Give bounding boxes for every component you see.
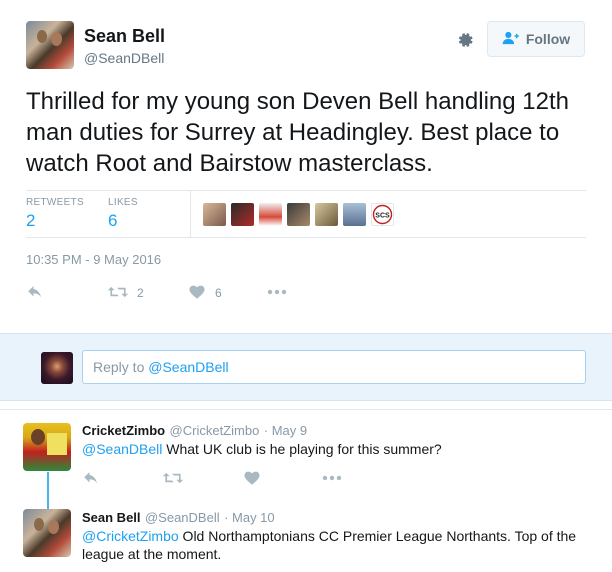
reply-1-handle[interactable]: @CricketZimbo — [170, 423, 260, 438]
follow-user-icon — [502, 31, 520, 48]
stats-top-divider — [26, 190, 586, 191]
author-handle[interactable]: @SeanDBell — [84, 50, 164, 66]
tweet-text: Thrilled for my young son Deven Bell han… — [26, 88, 569, 177]
reply-top-divider — [0, 409, 612, 410]
liker-avatar-6[interactable] — [343, 203, 366, 226]
liker-avatar-3[interactable] — [259, 203, 282, 226]
tweet-timestamp[interactable]: 10:35 PM - 9 May 2016 — [26, 252, 161, 267]
reply-2-handle[interactable]: @SeanDBell — [145, 510, 220, 525]
like-action-count: 6 — [215, 286, 222, 300]
liker-avatar-5[interactable] — [315, 203, 338, 226]
reply-1-retweet-icon[interactable] — [162, 469, 184, 487]
stats-vertical-divider — [190, 191, 191, 237]
liker-avatar-2[interactable] — [231, 203, 254, 226]
author-name[interactable]: Sean Bell — [84, 26, 165, 47]
reply-1-header: CricketZimbo @CricketZimbo · May 9 — [82, 422, 307, 440]
retweets-count[interactable]: 2 — [26, 211, 35, 231]
reply-1-reply-icon[interactable] — [82, 469, 100, 487]
stats-bottom-divider — [26, 237, 586, 238]
retweet-action-count: 2 — [137, 286, 144, 300]
author-avatar[interactable] — [26, 21, 74, 69]
reply-1-text: @SeanDBell What UK club is he playing fo… — [82, 440, 602, 458]
more-icon[interactable] — [266, 283, 288, 301]
cricketzimbo-avatar[interactable] — [23, 423, 71, 471]
reply-icon[interactable] — [26, 283, 44, 301]
reply-2-header: Sean Bell @SeanDBell · May 10 — [82, 509, 275, 527]
reply-1-body: What UK club is he playing for this summ… — [162, 441, 442, 457]
likers-avatars: SCS — [203, 203, 394, 226]
reply-tweet-1[interactable]: CricketZimbo @CricketZimbo · May 9 @Sean… — [0, 410, 612, 500]
reply-placeholder-prefix: Reply to — [93, 359, 149, 375]
gear-icon[interactable] — [454, 29, 476, 51]
liker-avatar-1[interactable] — [203, 203, 226, 226]
retweets-label: RETWEETS — [26, 197, 84, 208]
main-tweet: Sean Bell @SeanDBell Follow Thrilled for… — [0, 0, 612, 333]
reply-1-mention[interactable]: @SeanDBell — [82, 441, 162, 457]
retweet-icon[interactable] — [107, 283, 129, 301]
reply-1-heart-icon[interactable] — [243, 469, 261, 487]
reply-2-text: @CricketZimbo Old Northamptonians CC Pre… — [82, 527, 602, 563]
heart-icon[interactable] — [188, 283, 206, 301]
follow-button[interactable]: Follow — [487, 21, 585, 57]
likes-label: LIKES — [108, 197, 138, 208]
reply-1-date[interactable]: · May 9 — [264, 423, 307, 438]
reply-2-date[interactable]: · May 10 — [224, 510, 275, 525]
svg-text:SCS: SCS — [375, 213, 390, 220]
reply-tweet-2[interactable]: Sean Bell @SeanDBell · May 10 @CricketZi… — [0, 500, 612, 572]
reply-placeholder-mention: @SeanDBell — [148, 359, 229, 375]
reply-2-name[interactable]: Sean Bell — [82, 510, 141, 525]
reply-1-more-icon[interactable] — [321, 469, 343, 487]
follow-label: Follow — [525, 31, 571, 47]
reply-2-mention[interactable]: @CricketZimbo — [82, 528, 179, 544]
liker-avatar-4[interactable] — [287, 203, 310, 226]
reply-input[interactable]: Reply to @SeanDBell — [82, 350, 586, 384]
likes-count[interactable]: 6 — [108, 211, 117, 231]
current-user-avatar[interactable] — [41, 352, 73, 384]
liker-avatar-7[interactable]: SCS — [371, 203, 394, 226]
reply-1-name[interactable]: CricketZimbo — [82, 423, 165, 438]
scs-logo-icon: SCS — [372, 204, 393, 225]
sean-bell-reply-avatar[interactable] — [23, 509, 71, 557]
